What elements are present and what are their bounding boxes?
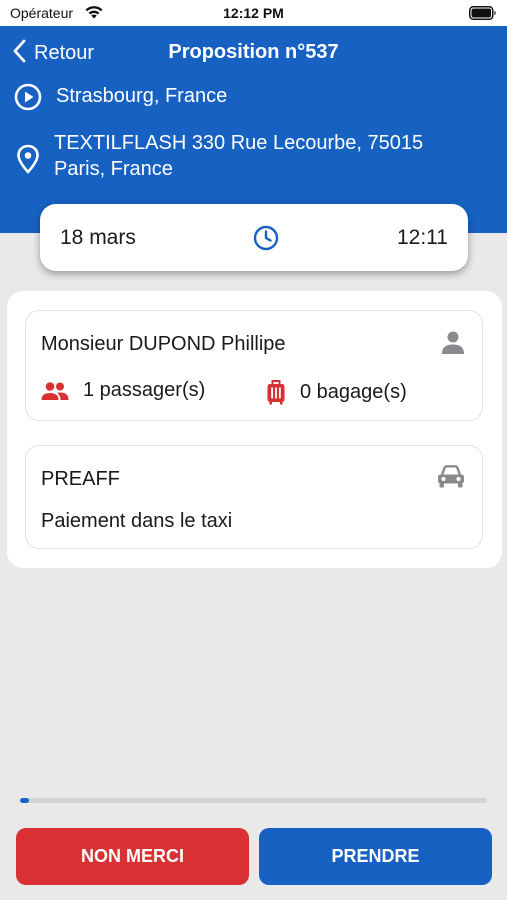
client-name: Monsieur DUPOND Phillipe — [41, 333, 286, 355]
vehicle-card: PREAFF Paiement dans le taxi — [25, 445, 483, 549]
person-icon — [440, 329, 466, 360]
pickup-date: 18 mars — [60, 225, 136, 249]
decline-button[interactable]: NON MERCI — [16, 828, 249, 885]
accept-button[interactable]: PRENDRE — [259, 828, 492, 885]
luggage-label: 0 bagage(s) — [300, 380, 407, 403]
passenger-count: 1 passager(s) — [41, 379, 205, 402]
details-panel: Monsieur DUPOND Phillipe 1 passager(s) 0… — [7, 291, 502, 568]
vehicle-category: PREAFF — [41, 468, 120, 490]
destination-address: TEXTILFLASH 330 Rue Lecourbe, 75015 Pari… — [54, 132, 424, 180]
pickup-time: 12:11 — [396, 225, 448, 249]
header: Retour Proposition n°537 Strasbourg, Fra… — [0, 26, 507, 233]
clock-time: 12:12 PM — [223, 5, 284, 21]
timer-progress-bar — [20, 798, 487, 803]
datetime-card: 18 mars 12:11 — [40, 204, 468, 271]
battery-icon — [469, 6, 497, 23]
luggage-icon — [266, 379, 286, 405]
car-icon — [436, 464, 466, 495]
client-card: Monsieur DUPOND Phillipe 1 passager(s) 0… — [25, 310, 483, 421]
destination-row: TEXTILFLASH 330 Rue Lecourbe, 75015 Pari… — [14, 130, 474, 182]
passenger-label: 1 passager(s) — [83, 379, 206, 401]
payment-method: Paiement dans le taxi — [41, 510, 233, 532]
location-pin-icon — [16, 144, 40, 179]
page-title: Proposition n°537 — [168, 41, 339, 63]
status-bar: Opérateur 12:12 PM — [0, 0, 507, 26]
group-icon — [41, 381, 69, 401]
luggage-count: 0 bagage(s) — [266, 379, 407, 405]
clock-icon — [253, 225, 279, 251]
timer-progress-fill — [20, 798, 30, 803]
origin-row: Strasbourg, France — [14, 83, 476, 116]
origin-address: Strasbourg, France — [56, 85, 228, 107]
play-circle-icon — [14, 83, 42, 116]
